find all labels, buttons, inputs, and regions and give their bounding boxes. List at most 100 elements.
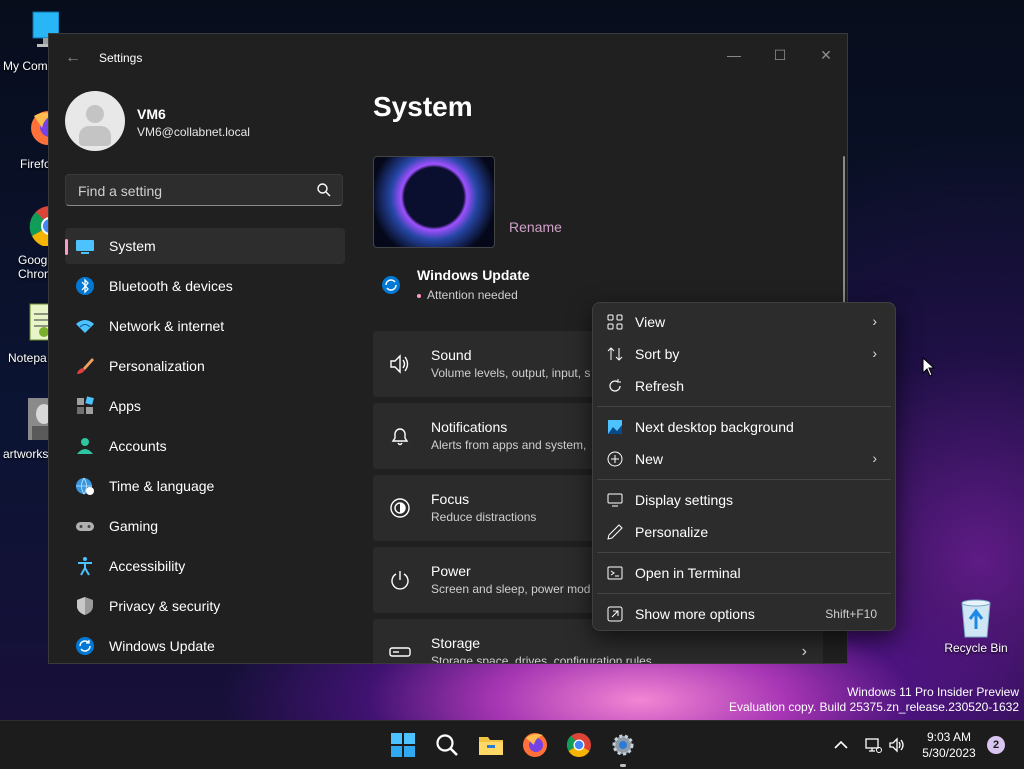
bluetooth-icon: [76, 277, 94, 295]
app-title: Settings: [99, 51, 143, 65]
desktop-thumbnail: [373, 156, 495, 248]
menu-item-show-more-options[interactable]: Show more options Shift+F10: [597, 599, 891, 629]
menu-item-label: New: [635, 451, 664, 467]
grid-view-icon: [607, 314, 623, 330]
file-explorer-icon[interactable]: [477, 731, 505, 759]
card-subtitle: Screen and sleep, power mod: [431, 582, 591, 596]
next-background-icon: [608, 420, 622, 434]
chevron-right-icon: ›: [872, 450, 877, 466]
chrome-icon[interactable]: [565, 731, 593, 759]
sidebar-item-gaming[interactable]: Gaming: [65, 508, 345, 544]
menu-separator: [597, 552, 891, 553]
avatar[interactable]: [65, 91, 125, 151]
menu-separator: [597, 479, 891, 480]
recycle-bin-label: Recycle Bin: [944, 641, 1008, 655]
active-app-indicator: [620, 764, 626, 767]
watermark-line-1: Windows 11 Pro Insider Preview: [847, 685, 1019, 699]
brush-icon: [77, 358, 94, 374]
card-title: Sound: [431, 347, 472, 363]
menu-item-label: View: [635, 314, 666, 330]
menu-item-label: Display settings: [635, 492, 734, 508]
menu-item-label: Next desktop background: [635, 419, 794, 435]
sidebar-item-bluetooth[interactable]: Bluetooth & devices: [65, 268, 345, 304]
menu-item-label: Refresh: [635, 378, 685, 394]
gamepad-icon: [76, 522, 94, 531]
close-button[interactable]: ✕: [803, 40, 847, 70]
menu-item-new[interactable]: New ›: [597, 444, 891, 474]
clock-date: 5/30/2023: [922, 746, 976, 760]
attention-dot: [417, 293, 421, 298]
card-title: Focus: [431, 491, 470, 507]
menu-item-display-settings[interactable]: Display settings: [597, 485, 891, 515]
menu-item-next-desktop-background[interactable]: Next desktop background: [597, 412, 891, 442]
sidebar-item-time-language[interactable]: Time & language: [65, 468, 345, 504]
menu-separator: [597, 593, 891, 594]
sidebar-item-apps[interactable]: Apps: [65, 388, 345, 424]
sidebar-item-system[interactable]: System: [65, 228, 345, 264]
maximize-button[interactable]: ☐: [757, 40, 803, 70]
card-title: Power: [431, 563, 471, 579]
start-icon[interactable]: [389, 731, 417, 759]
settings-gear-icon[interactable]: [609, 731, 637, 759]
desktop-icon-recycle-bin[interactable]: Recycle Bin: [940, 597, 1012, 655]
menu-item-sort-by[interactable]: Sort by ›: [597, 339, 891, 369]
volume-icon[interactable]: [888, 736, 906, 754]
card-title: Storage: [431, 635, 481, 651]
sidebar-item-network[interactable]: Network & internet: [65, 308, 345, 344]
refresh-icon: [609, 379, 621, 392]
wifi-icon: [76, 320, 94, 333]
card-subtitle: Alerts from apps and system,: [431, 438, 587, 452]
windows-update-icon: [382, 276, 400, 294]
chevron-up-icon[interactable]: [832, 736, 850, 754]
recycle-bin-icon: [961, 599, 991, 638]
windows-update-status-text: Attention needed: [427, 288, 518, 302]
sidebar-item-label: Accessibility: [109, 558, 186, 574]
search-box[interactable]: [65, 174, 343, 207]
search-icon[interactable]: [316, 182, 332, 198]
search-input[interactable]: [76, 175, 310, 207]
system-display-icon: [76, 240, 94, 254]
menu-item-open-in-terminal[interactable]: Open in Terminal: [597, 558, 891, 588]
sidebar-item-windows-update[interactable]: Windows Update: [65, 628, 345, 663]
power-icon: [391, 571, 409, 590]
pen-icon: [607, 524, 623, 540]
sidebar-item-label: Time & language: [109, 478, 215, 494]
rename-link[interactable]: Rename: [509, 219, 562, 235]
sort-icon: [607, 347, 623, 361]
page-title: System: [373, 91, 473, 122]
chevron-right-icon: ›: [801, 643, 807, 660]
account-icon: [77, 438, 93, 454]
chevron-right-icon: ›: [872, 345, 877, 361]
sidebar-item-label: Accounts: [109, 438, 167, 454]
sidebar-item-accounts[interactable]: Accounts: [65, 428, 345, 464]
notification-badge[interactable]: 2: [987, 736, 1005, 754]
search-icon[interactable]: [433, 731, 461, 759]
terminal-icon: [607, 566, 623, 580]
sidebar-item-label: Gaming: [109, 518, 159, 534]
system-clock[interactable]: 9:03 AM 5/30/2023: [920, 729, 978, 761]
minimize-button[interactable]: —: [711, 40, 757, 70]
mouse-cursor-icon: [922, 357, 936, 377]
back-button[interactable]: ←: [63, 48, 83, 68]
sidebar-item-privacy[interactable]: Privacy & security: [65, 588, 345, 624]
menu-item-view[interactable]: View ›: [597, 307, 891, 337]
new-plus-icon: [607, 451, 623, 467]
firefox-icon[interactable]: [521, 731, 549, 759]
sidebar-item-label: Network & internet: [109, 318, 225, 334]
sidebar-item-accessibility[interactable]: Accessibility: [65, 548, 345, 584]
taskbar: 9:03 AM 5/30/2023 2: [0, 720, 1024, 769]
card-subtitle: Reduce distractions: [431, 510, 537, 524]
menu-item-refresh[interactable]: Refresh: [597, 371, 891, 401]
desktop-context-menu: View › Sort by › Refresh Next desktop ba…: [592, 302, 896, 631]
title-bar[interactable]: ← Settings — ☐ ✕: [49, 34, 847, 82]
watermark-line-2: Evaluation copy. Build 25375.zn_release.…: [729, 700, 1019, 714]
sidebar-nav: System Bluetooth & devices Network & int…: [65, 228, 345, 663]
windows-update-title[interactable]: Windows Update: [417, 267, 530, 283]
apps-icon: [77, 396, 94, 414]
network-icon[interactable]: [864, 736, 882, 754]
update-icon: [76, 637, 94, 655]
sidebar-item-personalization[interactable]: Personalization: [65, 348, 345, 384]
menu-item-personalize[interactable]: Personalize: [597, 517, 891, 547]
sidebar-item-label: Personalization: [109, 358, 205, 374]
content-scrollbar[interactable]: [843, 156, 845, 306]
